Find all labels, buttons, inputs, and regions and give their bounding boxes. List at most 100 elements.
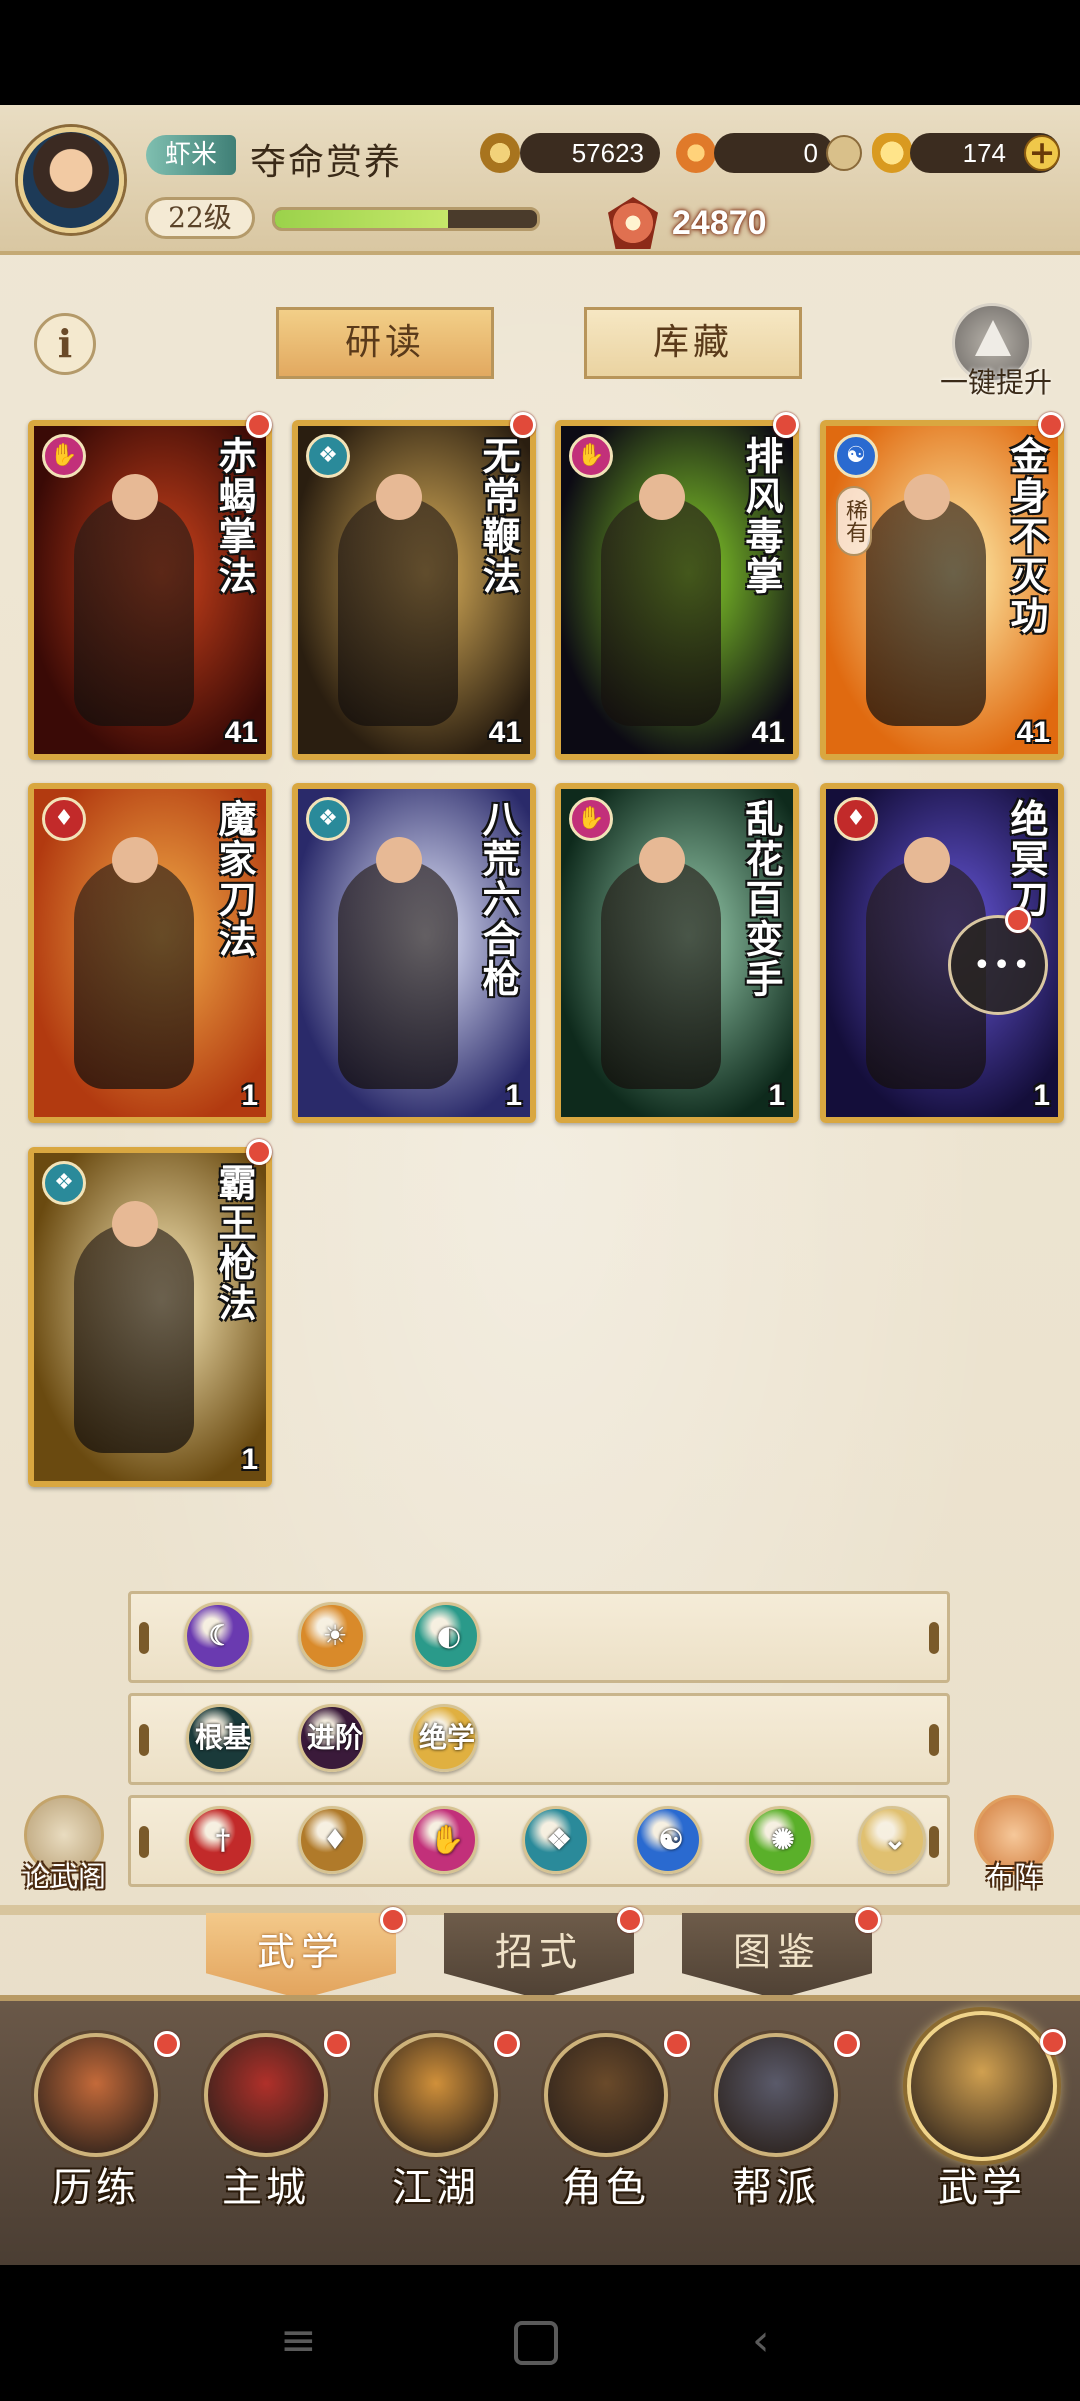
status-bar-area [0, 0, 1080, 105]
character-head [904, 837, 950, 883]
sword-school-icon-glyph: † [215, 1823, 231, 1856]
skill-card-name: 霸王枪法 [212, 1163, 257, 1323]
nav-city[interactable]: 主城 [186, 2033, 346, 2233]
nav-world[interactable]: 江湖 [356, 2033, 516, 2233]
chat-bubble-button[interactable]: ••• [948, 915, 1048, 1015]
nav-label: 江湖 [392, 2165, 480, 2211]
exp-bar [272, 207, 540, 231]
martial-arts-screen: 虾米 夺命赏养 22级 57623 0 174 + 24870 i 研读 库藏 … [0, 105, 1080, 2265]
combat-power-value: 24870 [672, 204, 767, 242]
card-notification-dot [246, 412, 272, 438]
nav-notification-dot [1040, 2029, 1066, 2055]
filter-label: 根基 [194, 1721, 251, 1754]
character-figure [74, 496, 194, 726]
palm-school-icon: ✋ [569, 797, 613, 841]
nav-notification-dot [664, 2031, 690, 2057]
back-icon[interactable]: ‹ [752, 2315, 770, 2366]
skill-card-count: 1 [768, 1079, 785, 1112]
taiji-school-icon: ☯ [834, 434, 878, 478]
skill-card[interactable]: ❖ 无常鞭法 41 [292, 420, 536, 760]
character-head [112, 837, 158, 883]
neutral-circle-icon-glyph: ◐ [436, 1619, 462, 1652]
chat-dots-icon: ••• [973, 948, 1033, 983]
neutral-circle-icon[interactable]: ◐ [412, 1602, 480, 1670]
card-notification-dot [773, 412, 799, 438]
martial-hall-button[interactable]: 论武阁 [14, 1795, 114, 1895]
blade-school-icon: ♦ [42, 797, 86, 841]
skill-card-count: 41 [1016, 716, 1050, 749]
home-square-icon[interactable] [514, 2321, 558, 2365]
nav-notification-dot [494, 2031, 520, 2057]
tab-study[interactable]: 研读 [276, 307, 494, 379]
nav-label: 历练 [52, 2165, 140, 2211]
card-notification-dot [1038, 412, 1064, 438]
ultimate-token-icon[interactable]: 绝学 [410, 1704, 478, 1772]
system-nav-bar: ≡ ‹ [0, 2265, 1080, 2401]
skill-card[interactable]: ❖ 霸王枪法 1 [28, 1147, 272, 1487]
nav-label: 角色 [562, 2165, 650, 2211]
sword-school-icon[interactable]: † [186, 1806, 254, 1874]
add-gold-button[interactable]: + [1024, 135, 1060, 171]
nav-martial-arts[interactable]: 武学 [902, 2011, 1062, 2233]
skill-card[interactable]: ❖ 八荒六合枪 1 [292, 783, 536, 1123]
skill-card[interactable]: ♦ 魔家刀法 1 [28, 783, 272, 1123]
character-figure [338, 859, 458, 1089]
nav-label: 主城 [222, 2165, 310, 2211]
character-head [639, 837, 685, 883]
section-tab-codex[interactable]: 图鉴 [682, 1913, 872, 1999]
player-header: 虾米 夺命赏养 22级 57623 0 174 + 24870 [0, 105, 1080, 255]
root-token-icon[interactable]: 根基 [186, 1704, 254, 1772]
advanced-token-icon[interactable]: 进阶 [298, 1704, 366, 1772]
skill-card-name: 绝冥刀 [1004, 799, 1049, 919]
nav-training[interactable]: 历练 [16, 2033, 176, 2233]
skill-card[interactable]: ✋ 排风毒掌 41 [555, 420, 799, 760]
upgrade-all-label: 一键提升 [939, 366, 1052, 399]
palm-school-icon[interactable]: ✋ [410, 1806, 478, 1874]
character-figure [601, 859, 721, 1089]
nav-notification-dot [324, 2031, 350, 2057]
avatar[interactable] [18, 127, 124, 233]
chevron-down-icon[interactable]: ⌄ [858, 1806, 926, 1874]
skill-card-name: 赤蝎掌法 [212, 436, 257, 596]
training-icon [34, 2033, 158, 2157]
section-tab-moves[interactable]: 招式 [444, 1913, 634, 1999]
fan-school-icon: ❖ [306, 434, 350, 478]
taiji-school-icon[interactable]: ☯ [634, 1806, 702, 1874]
skill-card[interactable]: ☯ 金身不灭功 41 稀有 [820, 420, 1064, 760]
hidden-weapon-school-icon[interactable]: ✺ [746, 1806, 814, 1874]
exchange-icon[interactable] [826, 135, 862, 171]
fan-school-icon[interactable]: ❖ [522, 1806, 590, 1874]
character-head [904, 474, 950, 520]
formation-button[interactable]: 布阵 [964, 1795, 1064, 1895]
section-tab-martial[interactable]: 武学 [206, 1913, 396, 1999]
nav-notification-dot [834, 2031, 860, 2057]
palm-school-icon: ✋ [42, 434, 86, 478]
info-button[interactable]: i [34, 313, 96, 375]
martial-arts-icon [907, 2011, 1057, 2161]
skill-card[interactable]: ✋ 赤蝎掌法 41 [28, 420, 272, 760]
skill-card-name: 无常鞭法 [476, 436, 521, 596]
character-head [112, 474, 158, 520]
menu-icon[interactable]: ≡ [280, 2315, 317, 2366]
nav-character[interactable]: 角色 [526, 2033, 686, 2233]
skill-card-count: 1 [505, 1079, 522, 1112]
palm-school-icon: ✋ [569, 434, 613, 478]
upgrade-all-button[interactable]: 一键提升 [926, 303, 1066, 403]
formation-label: 布阵 [985, 1860, 1042, 1893]
tab-collection[interactable]: 库藏 [584, 307, 802, 379]
taiji-school-icon-glyph: ☯ [658, 1823, 684, 1856]
nav-guild[interactable]: 帮派 [696, 2033, 856, 2233]
skill-card[interactable]: ✋ 乱花百变手 1 [555, 783, 799, 1123]
player-title-tag: 虾米 [146, 135, 236, 175]
yang-sun-icon[interactable]: ☀ [298, 1602, 366, 1670]
yin-moon-icon[interactable]: ☾ [184, 1602, 252, 1670]
player-level: 22级 [145, 197, 255, 239]
chevron-down-icon-glyph: ⌄ [883, 1823, 907, 1856]
skill-card-count: 41 [488, 716, 522, 749]
character-head [376, 837, 422, 883]
card-notification-dot [246, 1139, 272, 1165]
blade-school-icon[interactable]: ♦ [298, 1806, 366, 1874]
character-head [376, 474, 422, 520]
nav-label: 帮派 [732, 2165, 820, 2211]
filter-label: 进阶 [306, 1721, 363, 1754]
